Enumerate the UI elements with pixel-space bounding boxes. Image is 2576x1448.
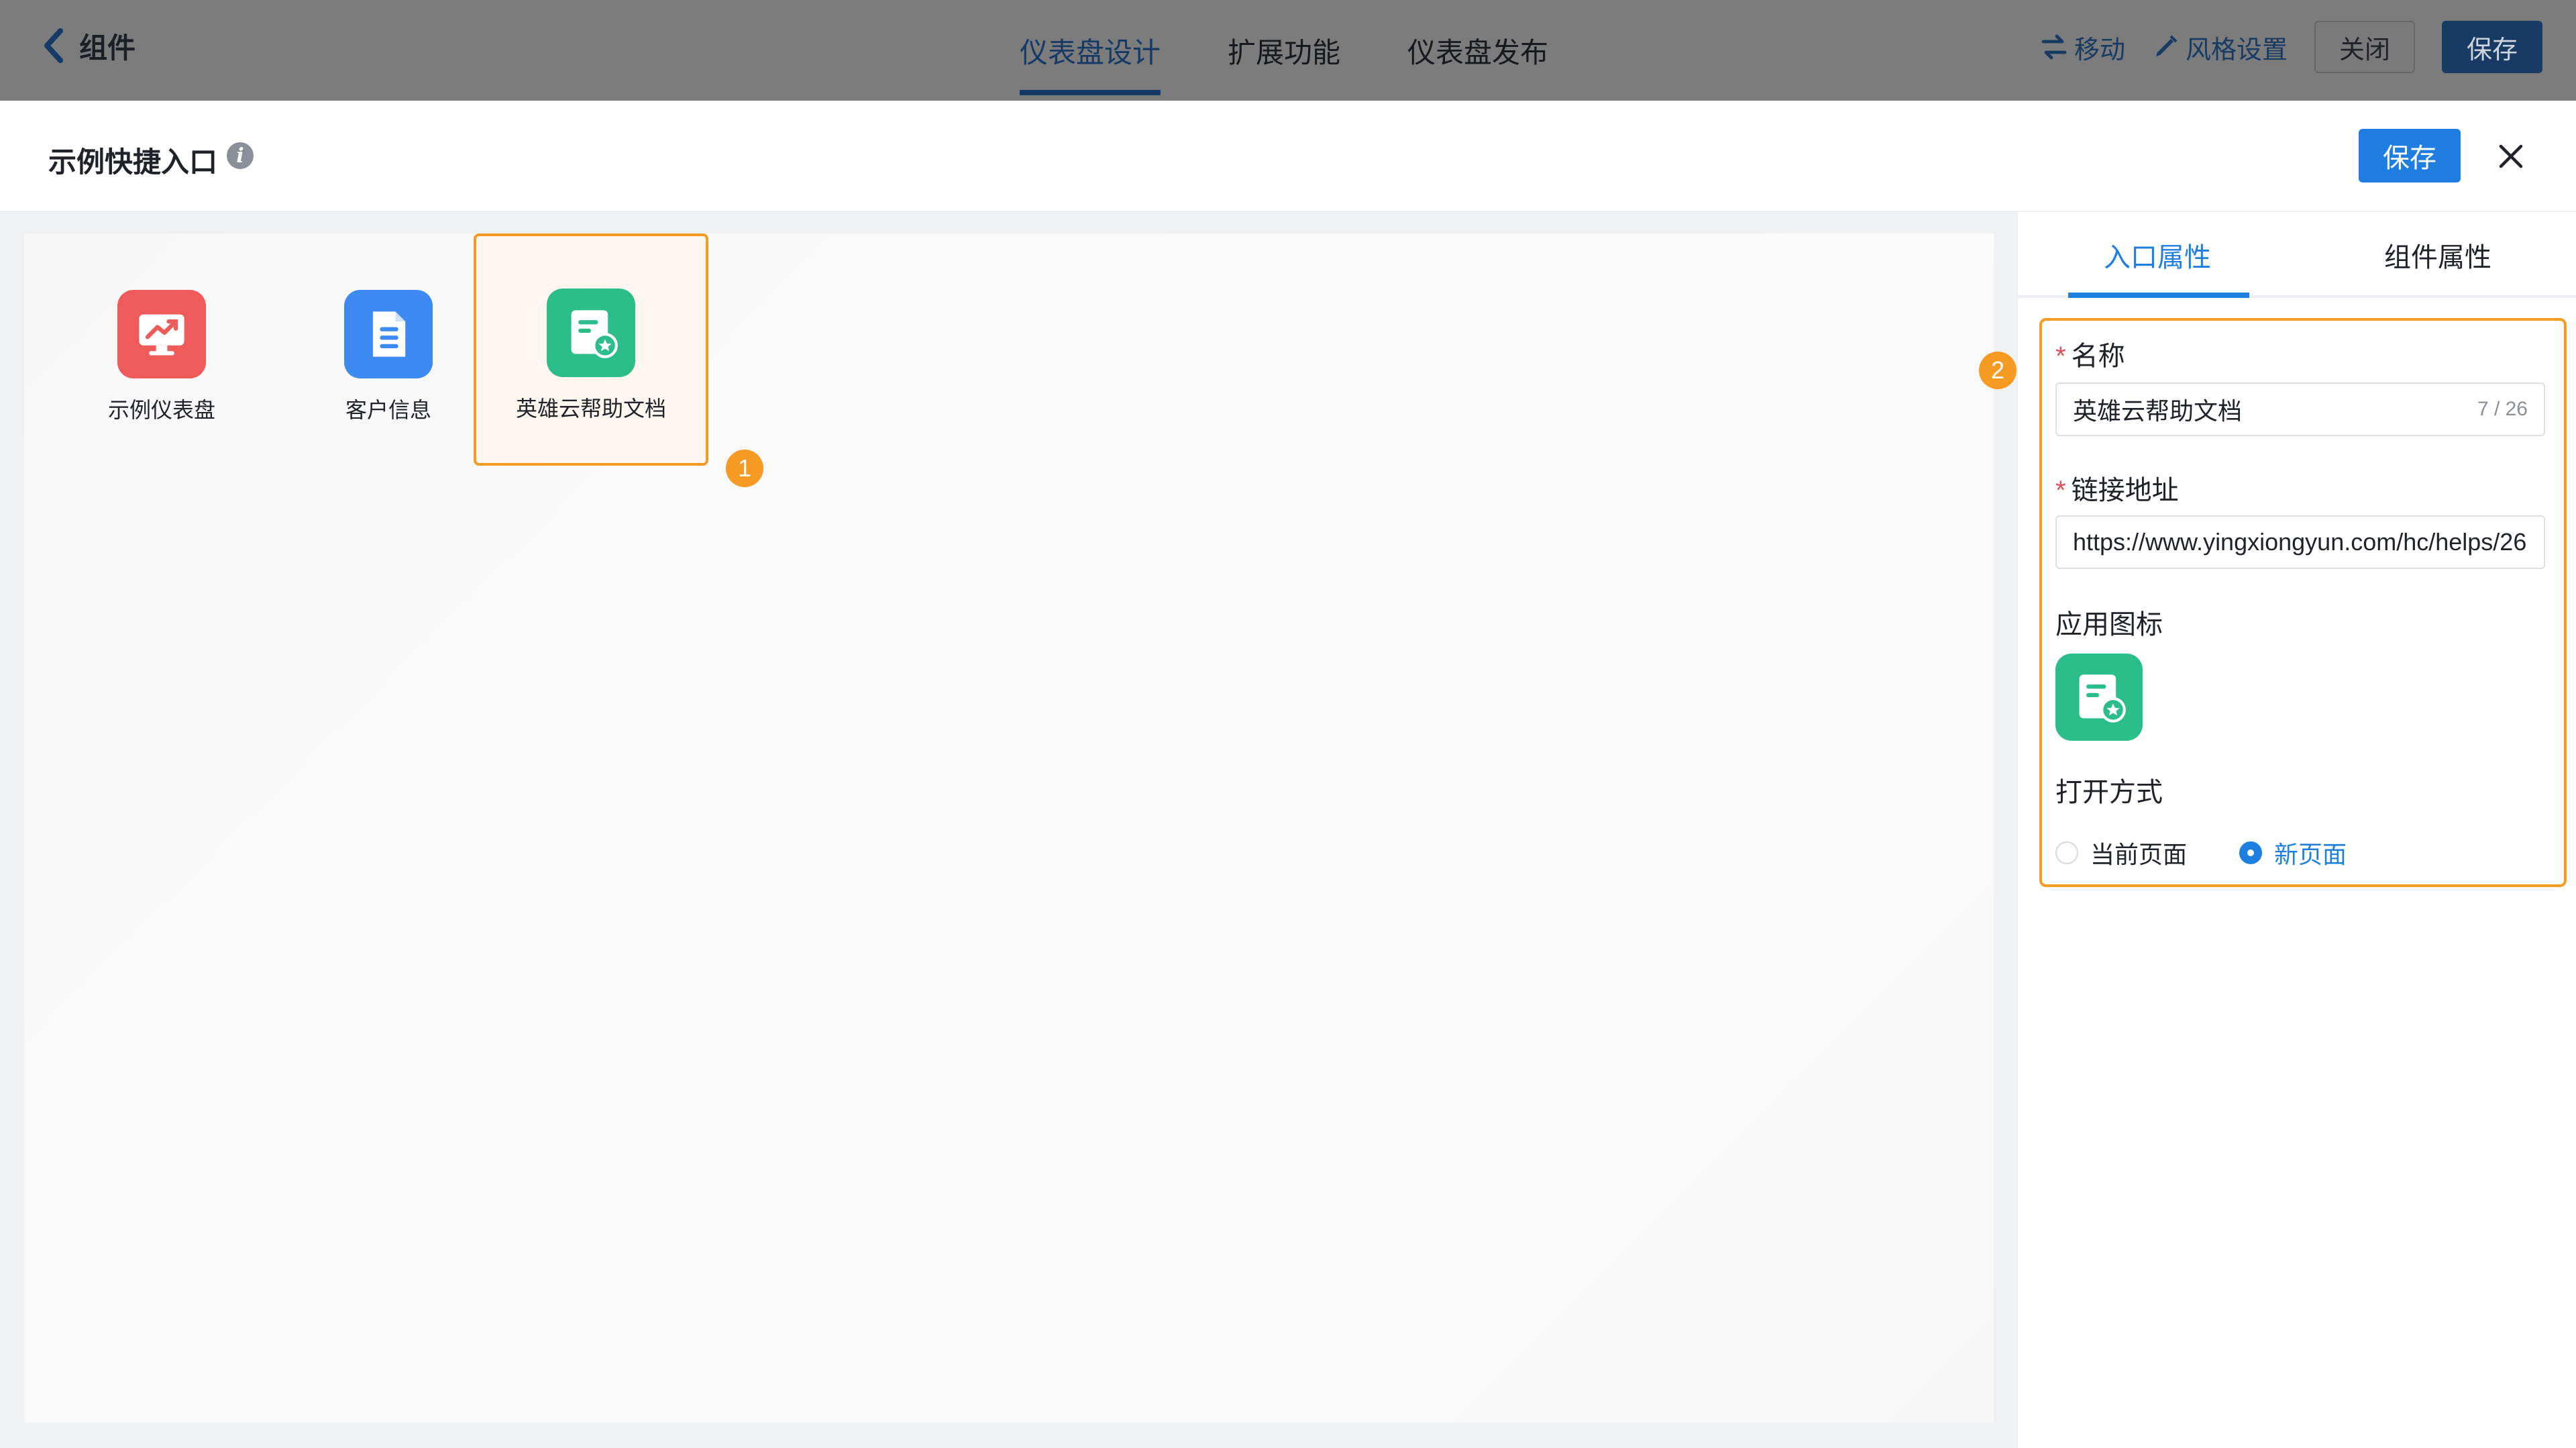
tab-component-properties[interactable]: 组件属性	[2384, 212, 2491, 298]
document-icon	[344, 290, 433, 378]
entry-properties-form: * 名称 英雄云帮助文档 7 / 26 * 链接地址 https://www.yin…	[2039, 318, 2567, 887]
tab-extensions[interactable]: 扩展功能	[1228, 0, 1340, 101]
step-badge-1: 1	[726, 450, 763, 487]
close-button[interactable]: 关闭	[2314, 21, 2415, 73]
tab-dashboard-design[interactable]: 仪表盘设计	[1020, 0, 1161, 101]
open-mode-label: 打开方式	[2055, 778, 2163, 807]
tab-dashboard-publish[interactable]: 仪表盘发布	[1407, 0, 1548, 101]
step-badge-2: 2	[1979, 352, 2017, 389]
modal-save-button[interactable]: 保存	[2359, 129, 2461, 183]
save-button[interactable]: 保存	[2442, 21, 2542, 73]
name-input-value: 英雄云帮助文档	[2073, 397, 2243, 425]
name-field-label: * 名称	[2055, 342, 2125, 371]
back-button[interactable]: 组件	[40, 24, 136, 67]
radio-current-page[interactable]: 当前页面	[2055, 835, 2187, 870]
radio-label: 新页面	[2274, 841, 2347, 868]
design-canvas-area: 示例仪表盘 客户信息 英雄云帮助文档 1	[0, 212, 2017, 1448]
required-mark: *	[2055, 476, 2066, 505]
doc-star-icon	[2079, 674, 2126, 723]
shortcut-entry-modal: 示例快捷入口 i 保存 示例仪表盘 客户信息 英雄云帮助文档 1 2 入口属性 …	[0, 101, 2576, 1448]
link-input-value: https://www.yingxiongyun.com/hc/helps/26	[2073, 528, 2527, 556]
name-char-count: 7 / 26	[2477, 398, 2528, 420]
style-settings-button[interactable]: 风格设置	[2152, 29, 2288, 66]
main-tabs: 仪表盘设计 扩展功能 仪表盘发布	[1020, 0, 1548, 101]
app-item-sample-dashboard[interactable]: 示例仪表盘	[44, 234, 279, 466]
app-icon-label: 应用图标	[2055, 610, 2163, 639]
app-item-help-docs[interactable]: 英雄云帮助文档	[474, 234, 708, 466]
style-settings-label: 风格设置	[2185, 36, 2288, 64]
app-item-label: 英雄云帮助文档	[515, 397, 666, 421]
required-mark: *	[2055, 342, 2066, 371]
app-item-label: 客户信息	[345, 398, 431, 422]
tab-entry-properties[interactable]: 入口属性	[2104, 212, 2211, 298]
toolbar-actions: 移动 风格设置 关闭 保存	[2041, 20, 2542, 74]
modal-header: 示例快捷入口 i 保存	[0, 101, 2576, 212]
close-icon[interactable]	[2494, 140, 2528, 173]
open-mode-options: 当前页面 新页面	[2055, 836, 2399, 870]
swap-arrows-icon	[2041, 34, 2067, 60]
name-input[interactable]: 英雄云帮助文档 7 / 26	[2055, 382, 2545, 436]
move-label: 移动	[2074, 36, 2125, 64]
radio-dot	[2239, 841, 2263, 864]
brush-icon	[2155, 35, 2178, 56]
doc-star-icon	[547, 289, 635, 377]
properties-panel: 2 入口属性 组件属性 * 名称 英雄云帮助文档 7 / 26 * 链接地址 htt…	[1979, 212, 2576, 1448]
app-item-customer-info[interactable]: 客户信息	[271, 234, 506, 466]
app-icon-picker[interactable]	[2055, 654, 2143, 741]
active-tab-indicator	[2068, 293, 2249, 298]
app-item-label: 示例仪表盘	[107, 398, 215, 422]
move-button[interactable]: 移动	[2041, 29, 2125, 66]
panel-tabs: 入口属性 组件属性	[2018, 212, 2576, 298]
radio-dot	[2055, 841, 2078, 864]
info-icon[interactable]: i	[227, 142, 254, 169]
radio-new-page[interactable]: 新页面	[2239, 835, 2347, 870]
modal-title: 示例快捷入口	[48, 146, 218, 178]
link-input[interactable]: https://www.yingxiongyun.com/hc/helps/26	[2055, 515, 2545, 569]
back-label: 组件	[79, 32, 136, 64]
link-field-label: * 链接地址	[2055, 476, 2179, 505]
chevron-left-icon	[44, 28, 63, 63]
top-bar: 组件 仪表盘设计 扩展功能 仪表盘发布 移动 风格设置 关闭 保存	[0, 0, 2576, 101]
chart-trend-icon	[117, 290, 206, 378]
radio-label: 当前页面	[2090, 841, 2188, 868]
design-canvas: 示例仪表盘 客户信息 英雄云帮助文档 1	[24, 234, 1994, 1423]
